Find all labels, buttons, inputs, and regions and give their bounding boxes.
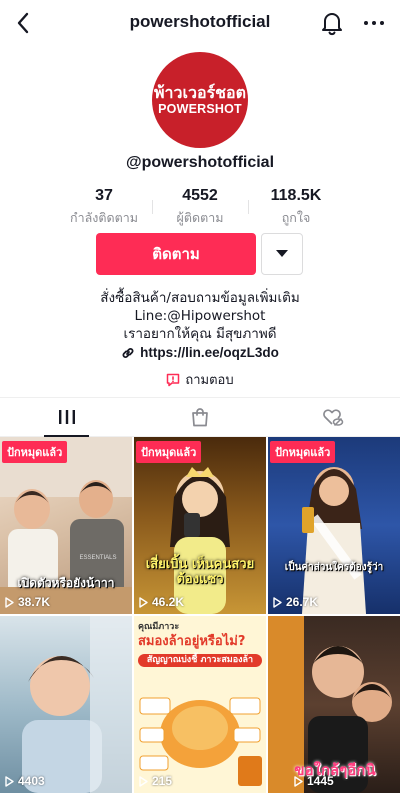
caret-down-icon <box>276 250 288 257</box>
thumbnail-scene <box>302 467 366 614</box>
liked-icon <box>323 409 344 427</box>
avatar-logo-thai: พ้าวเวอร์ชอต <box>153 83 247 102</box>
pinned-badge: ปักหมุดแล้ว <box>136 441 202 463</box>
qa-button[interactable]: ถามตอบ <box>0 369 400 390</box>
view-count-text: 4403 <box>18 774 45 788</box>
video-thumbnail[interactable]: ขอใกล้ๆอีกนิ 1445 <box>268 616 400 793</box>
more-options-button[interactable] <box>360 10 388 36</box>
view-count: 215 <box>139 774 172 788</box>
view-count: 38.7K <box>5 595 50 609</box>
grid-icon <box>58 410 75 424</box>
followers-label: ผู้ติดตาม <box>176 210 224 225</box>
view-count-text: 215 <box>152 774 173 788</box>
profile-stats: 37 กำลังติดตาม 4552 ผู้ติดตาม 118.5K ถูก… <box>60 186 340 226</box>
video-caption-pre: คุณมีภาวะ <box>138 622 180 632</box>
suggested-accounts-button[interactable] <box>261 233 303 275</box>
view-count: 1445 <box>294 774 334 788</box>
video-caption-overlay: เปิดตัวหรือยังน้าาา <box>17 575 115 590</box>
stat-divider <box>247 200 249 214</box>
stat-divider <box>151 200 153 214</box>
qa-label: ถามตอบ <box>185 373 234 388</box>
view-count: 4403 <box>5 774 45 788</box>
dot-icon <box>364 21 368 25</box>
view-count-text: 26.7K <box>286 595 319 609</box>
tab-shop[interactable] <box>133 398 266 436</box>
view-count: 26.7K <box>273 595 318 609</box>
shopping-bag-icon <box>192 408 208 427</box>
view-count-text: 46.2K <box>152 595 185 609</box>
dot-icon <box>372 21 376 25</box>
video-caption-sub: สัญญาณบ่งชี้ ภาวะสมองล้า <box>138 654 262 667</box>
bell-icon <box>322 13 342 36</box>
tab-liked[interactable] <box>267 398 400 436</box>
video-caption-overlay: เป็นค่าส่วนใครต้องรู้ว่า <box>284 562 384 573</box>
pinned-badge: ปักหมุดแล้ว <box>270 441 336 463</box>
top-bar: powershotofficial <box>0 0 400 48</box>
profile-tabs <box>0 397 400 437</box>
follow-button[interactable]: ติดตาม <box>96 233 256 275</box>
video-caption-overlay: สมองล้าอยู่หรือไม่? <box>138 634 246 649</box>
video-caption-overlay: เสี่ยเบิ้น เห็นคนสวยต้องแซว <box>145 556 255 588</box>
video-thumbnail[interactable]: คุณมีภาวะ สมองล้าอยู่หรือไม่? สัญญาณบ่งช… <box>134 616 266 793</box>
view-count-text: 38.7K <box>18 595 51 609</box>
likes-label: ถูกใจ <box>281 210 311 225</box>
shirt-print: ESSENTIALS <box>79 555 116 561</box>
avatar-logo-english: POWERSHOT <box>158 102 242 116</box>
video-thumbnail[interactable]: ปักหมุดแล้ว เสี่ยเบิ้น เห็นคนสวยต้องแซว … <box>134 437 266 614</box>
following-count: 37 <box>95 187 113 204</box>
avatar[interactable]: พ้าวเวอร์ชอต POWERSHOT <box>152 52 248 148</box>
video-thumbnail[interactable]: ปักหมุดแล้ว เป็นค่าส่วนใครต้องรู้ว่า 26.… <box>268 437 400 614</box>
bio-line: สั่งซื้อสินค้า/สอบถามข้อมูลเพิ่มเติม <box>100 290 300 306</box>
video-thumbnail[interactable]: 4403 <box>0 616 132 793</box>
bio-line: Line:@Hipowershot <box>134 308 266 324</box>
video-grid: ESSENTIALS ปักหมุดแล้ว เปิดตัวหรือยังน้า… <box>0 437 400 800</box>
profile-bio: สั่งซื้อสินค้า/สอบถามข้อมูลเพิ่มเติม Lin… <box>0 289 400 343</box>
profile-link[interactable]: https://lin.ee/oqzL3do <box>0 345 400 360</box>
play-icon <box>5 775 14 787</box>
followers-count: 4552 <box>182 187 218 204</box>
play-icon <box>294 775 303 787</box>
view-count: 46.2K <box>139 595 184 609</box>
link-text: https://lin.ee/oqzL3do <box>140 345 279 360</box>
bio-line: เราอยากให้คุณ มีสุขภาพดี <box>123 326 277 342</box>
play-icon <box>139 596 148 608</box>
notification-bell-button[interactable] <box>320 10 344 36</box>
dot-icon <box>380 21 384 25</box>
following-label: กำลังติดตาม <box>70 210 138 225</box>
view-count-text: 1445 <box>307 774 334 788</box>
likes-stat[interactable]: 118.5K ถูกใจ <box>252 186 340 226</box>
profile-handle: @powershotofficial <box>125 154 275 171</box>
following-stat[interactable]: 37 กำลังติดตาม <box>60 186 148 226</box>
likes-count: 118.5K <box>270 187 322 204</box>
followers-stat[interactable]: 4552 ผู้ติดตาม <box>156 186 244 226</box>
link-icon <box>122 347 134 358</box>
tab-videos[interactable] <box>0 398 133 437</box>
pinned-badge: ปักหมุดแล้ว <box>2 441 68 463</box>
play-icon <box>5 596 14 608</box>
video-thumbnail[interactable]: ESSENTIALS ปักหมุดแล้ว เปิดตัวหรือยังน้า… <box>0 437 132 614</box>
play-icon <box>139 775 148 787</box>
play-icon <box>273 596 282 608</box>
question-chat-icon <box>167 373 180 386</box>
thumbnail-scene <box>22 616 132 793</box>
